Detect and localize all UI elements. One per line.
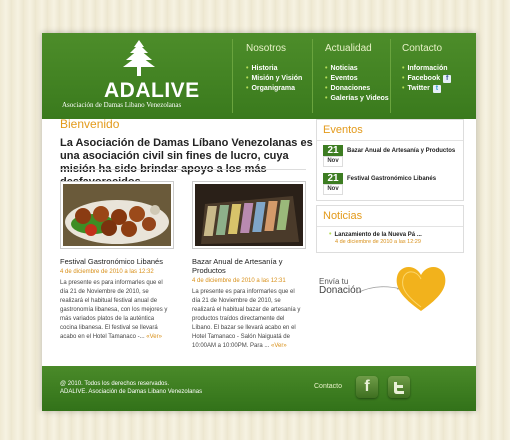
events-title: Eventos [317, 120, 463, 141]
brand-tagline: Asociación de Damas Libano Venezolanas [62, 101, 182, 109]
food-photo[interactable] [60, 181, 174, 249]
brand-name: ADALIVE [104, 79, 200, 102]
nav-item-facebook[interactable]: • Facebook f [402, 74, 452, 84]
site-logo[interactable]: ADALIVE Asociación de Damas Libano Venez… [62, 39, 222, 117]
nav-item-label: Misión y Visión [251, 75, 303, 82]
bullet-icon: • [325, 75, 328, 82]
nav-item-label: Twitter [407, 85, 430, 92]
news-item-title[interactable]: • Lanzamiento de la Nueva Pá ... [317, 227, 463, 238]
nav-item-label: Eventos [330, 75, 358, 82]
nav-item-organigrama[interactable]: • Organigrama [246, 84, 302, 94]
bullet-icon: • [246, 75, 249, 82]
card-text: La presente es para informarles que el d… [60, 279, 172, 342]
event-day: 21 [323, 145, 343, 156]
nav-item-label: Noticias [330, 65, 358, 72]
donation-link[interactable]: Envía tu Donación [317, 253, 467, 313]
nav-divider [232, 39, 233, 113]
nav-item-galerias[interactable]: • Galerías y Videos [325, 94, 389, 104]
nav-divider [312, 39, 313, 113]
news-title: Noticias [317, 206, 463, 227]
nav-item-twitter[interactable]: • Twitter t [402, 84, 451, 94]
event-month: Nov [323, 156, 343, 167]
nav-item-informacion[interactable]: • Información [402, 64, 451, 74]
news-card: Bazar Anual de Artesanía y Productos 4 d… [192, 181, 306, 351]
bullet-icon: • [402, 85, 405, 92]
nav-item-label: Donaciones [330, 85, 371, 92]
ver-link[interactable]: «Ver» [271, 343, 287, 349]
nav-heading-actualidad[interactable]: Actualidad [325, 43, 389, 54]
event-month: Nov [323, 184, 343, 195]
twitter-icon: t [432, 85, 441, 93]
calendar-icon: 21 Nov [323, 173, 343, 195]
card-title[interactable]: Bazar Anual de Artesanía y Productos [192, 257, 304, 275]
food-image-icon [63, 184, 171, 246]
site-header: ADALIVE Asociación de Damas Libano Venez… [42, 33, 476, 119]
card-text: La presente es para informarles que el d… [192, 288, 304, 351]
nav-item-historia[interactable]: • Historia [246, 64, 302, 74]
nav-item-eventos[interactable]: • Eventos [325, 74, 389, 84]
twitter-icon[interactable] [388, 376, 410, 398]
nav-column-contacto: Contacto • Información • Facebook f • Twitte… [402, 43, 452, 94]
bullet-icon: • [246, 65, 249, 72]
card-title[interactable]: Festival Gastronómico Libanés [60, 257, 172, 266]
facebook-icon: f [443, 75, 452, 83]
event-item[interactable]: 21 Nov Festival Gastronómico Libanés [317, 169, 463, 197]
welcome-title: Bienvenido [60, 117, 120, 131]
crafts-image-icon [195, 184, 303, 246]
nav-item-donaciones[interactable]: • Donaciones [325, 84, 389, 94]
nav-column-actualidad: Actualidad • Noticias • Eventos • Donacione… [325, 43, 389, 104]
bullet-icon: • [325, 65, 328, 72]
welcome-section: Bienvenido La Asociación de Damas Líbano… [60, 117, 316, 189]
nav-item-label: Facebook [407, 75, 441, 82]
nav-item-mision[interactable]: • Misión y Visión [246, 74, 302, 84]
bullet-icon: • [325, 95, 328, 102]
donation-line2: Donación [319, 285, 362, 296]
divider [60, 169, 306, 170]
card-date: 4 de diciembre de 2010 a las 12:31 [192, 278, 286, 284]
events-box: Eventos 21 Nov Bazar Anual de Artesanía … [316, 119, 464, 201]
bullet-icon: • [402, 65, 405, 72]
event-item[interactable]: 21 Nov Bazar Anual de Artesanía y Produc… [317, 141, 463, 169]
cedar-tree-icon [123, 40, 155, 76]
site-footer: @ 2010. Todos los derechos reservados. A… [42, 366, 476, 411]
news-item-date: 4 de diciembre de 2010 a las 12:29 [335, 239, 421, 245]
facebook-icon[interactable]: f [356, 376, 378, 398]
footer-contact-label: Contacto [314, 383, 343, 390]
news-card: Festival Gastronómico Libanés 4 de dicie… [60, 181, 174, 342]
event-day: 21 [323, 173, 343, 184]
calendar-icon: 21 Nov [323, 145, 343, 167]
nav-divider [390, 39, 391, 113]
bullet-icon: • [402, 75, 405, 82]
org-line: ADALIVE. Asociación de Damas Libano Vene… [60, 389, 203, 395]
donation-text: Envía tu Donación [319, 277, 362, 296]
nav-column-nosotros: Nosotros • Historia • Misión y Visión • Org… [246, 43, 302, 94]
bullet-icon: • [246, 85, 249, 92]
news-box: Noticias • Lanzamiento de la Nueva Pá ...… [316, 205, 464, 253]
card-date: 4 de diciembre de 2010 a las 12:32 [60, 269, 154, 275]
ver-link[interactable]: «Ver» [146, 334, 162, 340]
card-body: La presente es para informarles que el d… [192, 289, 301, 349]
copyright-line: @ 2010. Todos los derechos reservados. [60, 381, 170, 387]
nav-item-noticias[interactable]: • Noticias [325, 64, 389, 74]
event-title: Festival Gastronómico Libanés [347, 176, 437, 182]
news-item-label: Lanzamiento de la Nueva Pá ... [334, 232, 422, 238]
copyright: @ 2010. Todos los derechos reservados. A… [60, 380, 202, 396]
crafts-photo[interactable] [192, 181, 306, 249]
nav-heading-nosotros[interactable]: Nosotros [246, 43, 302, 54]
nav-item-label: Información [407, 65, 448, 72]
nav-item-label: Historia [251, 65, 278, 72]
event-title: Bazar Anual de Artesanía y Productos [347, 148, 456, 154]
bullet-icon: • [325, 85, 328, 92]
bullet-icon: • [329, 231, 332, 238]
nav-item-label: Organigrama [251, 85, 296, 92]
card-body: La presente es para informarles que el d… [60, 280, 168, 340]
nav-heading-contacto[interactable]: Contacto [402, 43, 451, 54]
nav-item-label: Galerías y Videos [330, 95, 389, 102]
site-container: ADALIVE Asociación de Damas Libano Venez… [42, 33, 476, 411]
